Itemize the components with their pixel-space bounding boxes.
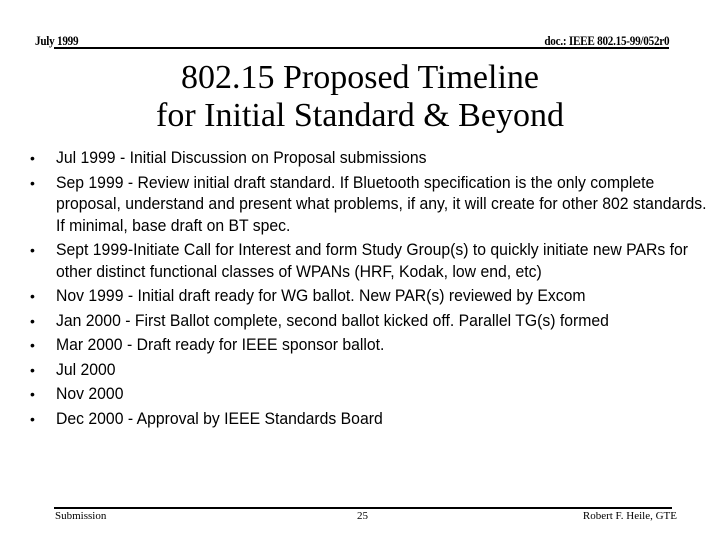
timeline-item-text: Jan 2000 - First Ballot complete, second… [56, 311, 609, 330]
slide-title-line-1: 802.15 Proposed Timeline [181, 59, 539, 96]
bullet-dot-icon: • [30, 150, 35, 166]
bullet-dot-icon: • [30, 288, 35, 304]
timeline-item-text: Sept 1999-Initiate Call for Interest and… [56, 241, 689, 281]
footer-author: Robert F. Heile, GTE [582, 510, 677, 522]
timeline-item: • Jan 2000 - First Ballot complete, secon… [0, 311, 720, 333]
timeline-item-text: Jul 2000 [56, 360, 116, 379]
header-divider [54, 47, 669, 49]
footer-submission-label: Submission [55, 510, 107, 522]
timeline-item: • Jul 2000 [0, 360, 720, 382]
timeline-item-text: Mar 2000 - Draft ready for IEEE sponsor … [56, 336, 385, 354]
timeline-item-text: Dec 2000 - Approval by IEEE Standards Bo… [56, 409, 383, 428]
timeline-item: • Nov 2000 [0, 384, 720, 406]
timeline-item-text: Sep 1999 - Review initial draft standard… [56, 173, 707, 235]
timeline-item: • Mar 2000 - Draft ready for IEEE sponsor… [0, 335, 720, 357]
timeline-item: • Sept 1999-Initiate Call for Interest an… [0, 240, 720, 283]
bullet-dot-icon: • [30, 312, 35, 329]
bullet-dot-icon: • [30, 386, 35, 402]
timeline-item-text: Nov 1999 - Initial draft ready for WG ba… [56, 287, 586, 305]
bullet-dot-icon: • [30, 410, 35, 427]
timeline-bullet-list: • Jul 1999 - Initial Discussion on Propos… [0, 148, 720, 433]
timeline-item: • Sep 1999 - Review initial draft standar… [0, 173, 720, 238]
bullet-dot-icon: • [30, 174, 35, 191]
slide-title: 802.15 Proposed Timeline for Initial Sta… [0, 59, 720, 135]
timeline-item-text: Nov 2000 [56, 385, 124, 403]
timeline-item: • Jul 1999 - Initial Discussion on Propos… [0, 148, 720, 170]
timeline-item: • Nov 1999 - Initial draft ready for WG b… [0, 286, 720, 308]
timeline-item: • Dec 2000 - Approval by IEEE Standards B… [0, 409, 720, 431]
footer-page-number: 25 [357, 510, 368, 522]
slide-title-line-2: for Initial Standard & Beyond [156, 97, 564, 134]
bullet-dot-icon: • [30, 242, 35, 258]
bullet-dot-icon: • [30, 337, 35, 353]
bullet-dot-icon: • [30, 361, 35, 378]
timeline-item-text: Jul 1999 - Initial Discussion on Proposa… [56, 149, 427, 167]
footer-divider [54, 507, 672, 509]
